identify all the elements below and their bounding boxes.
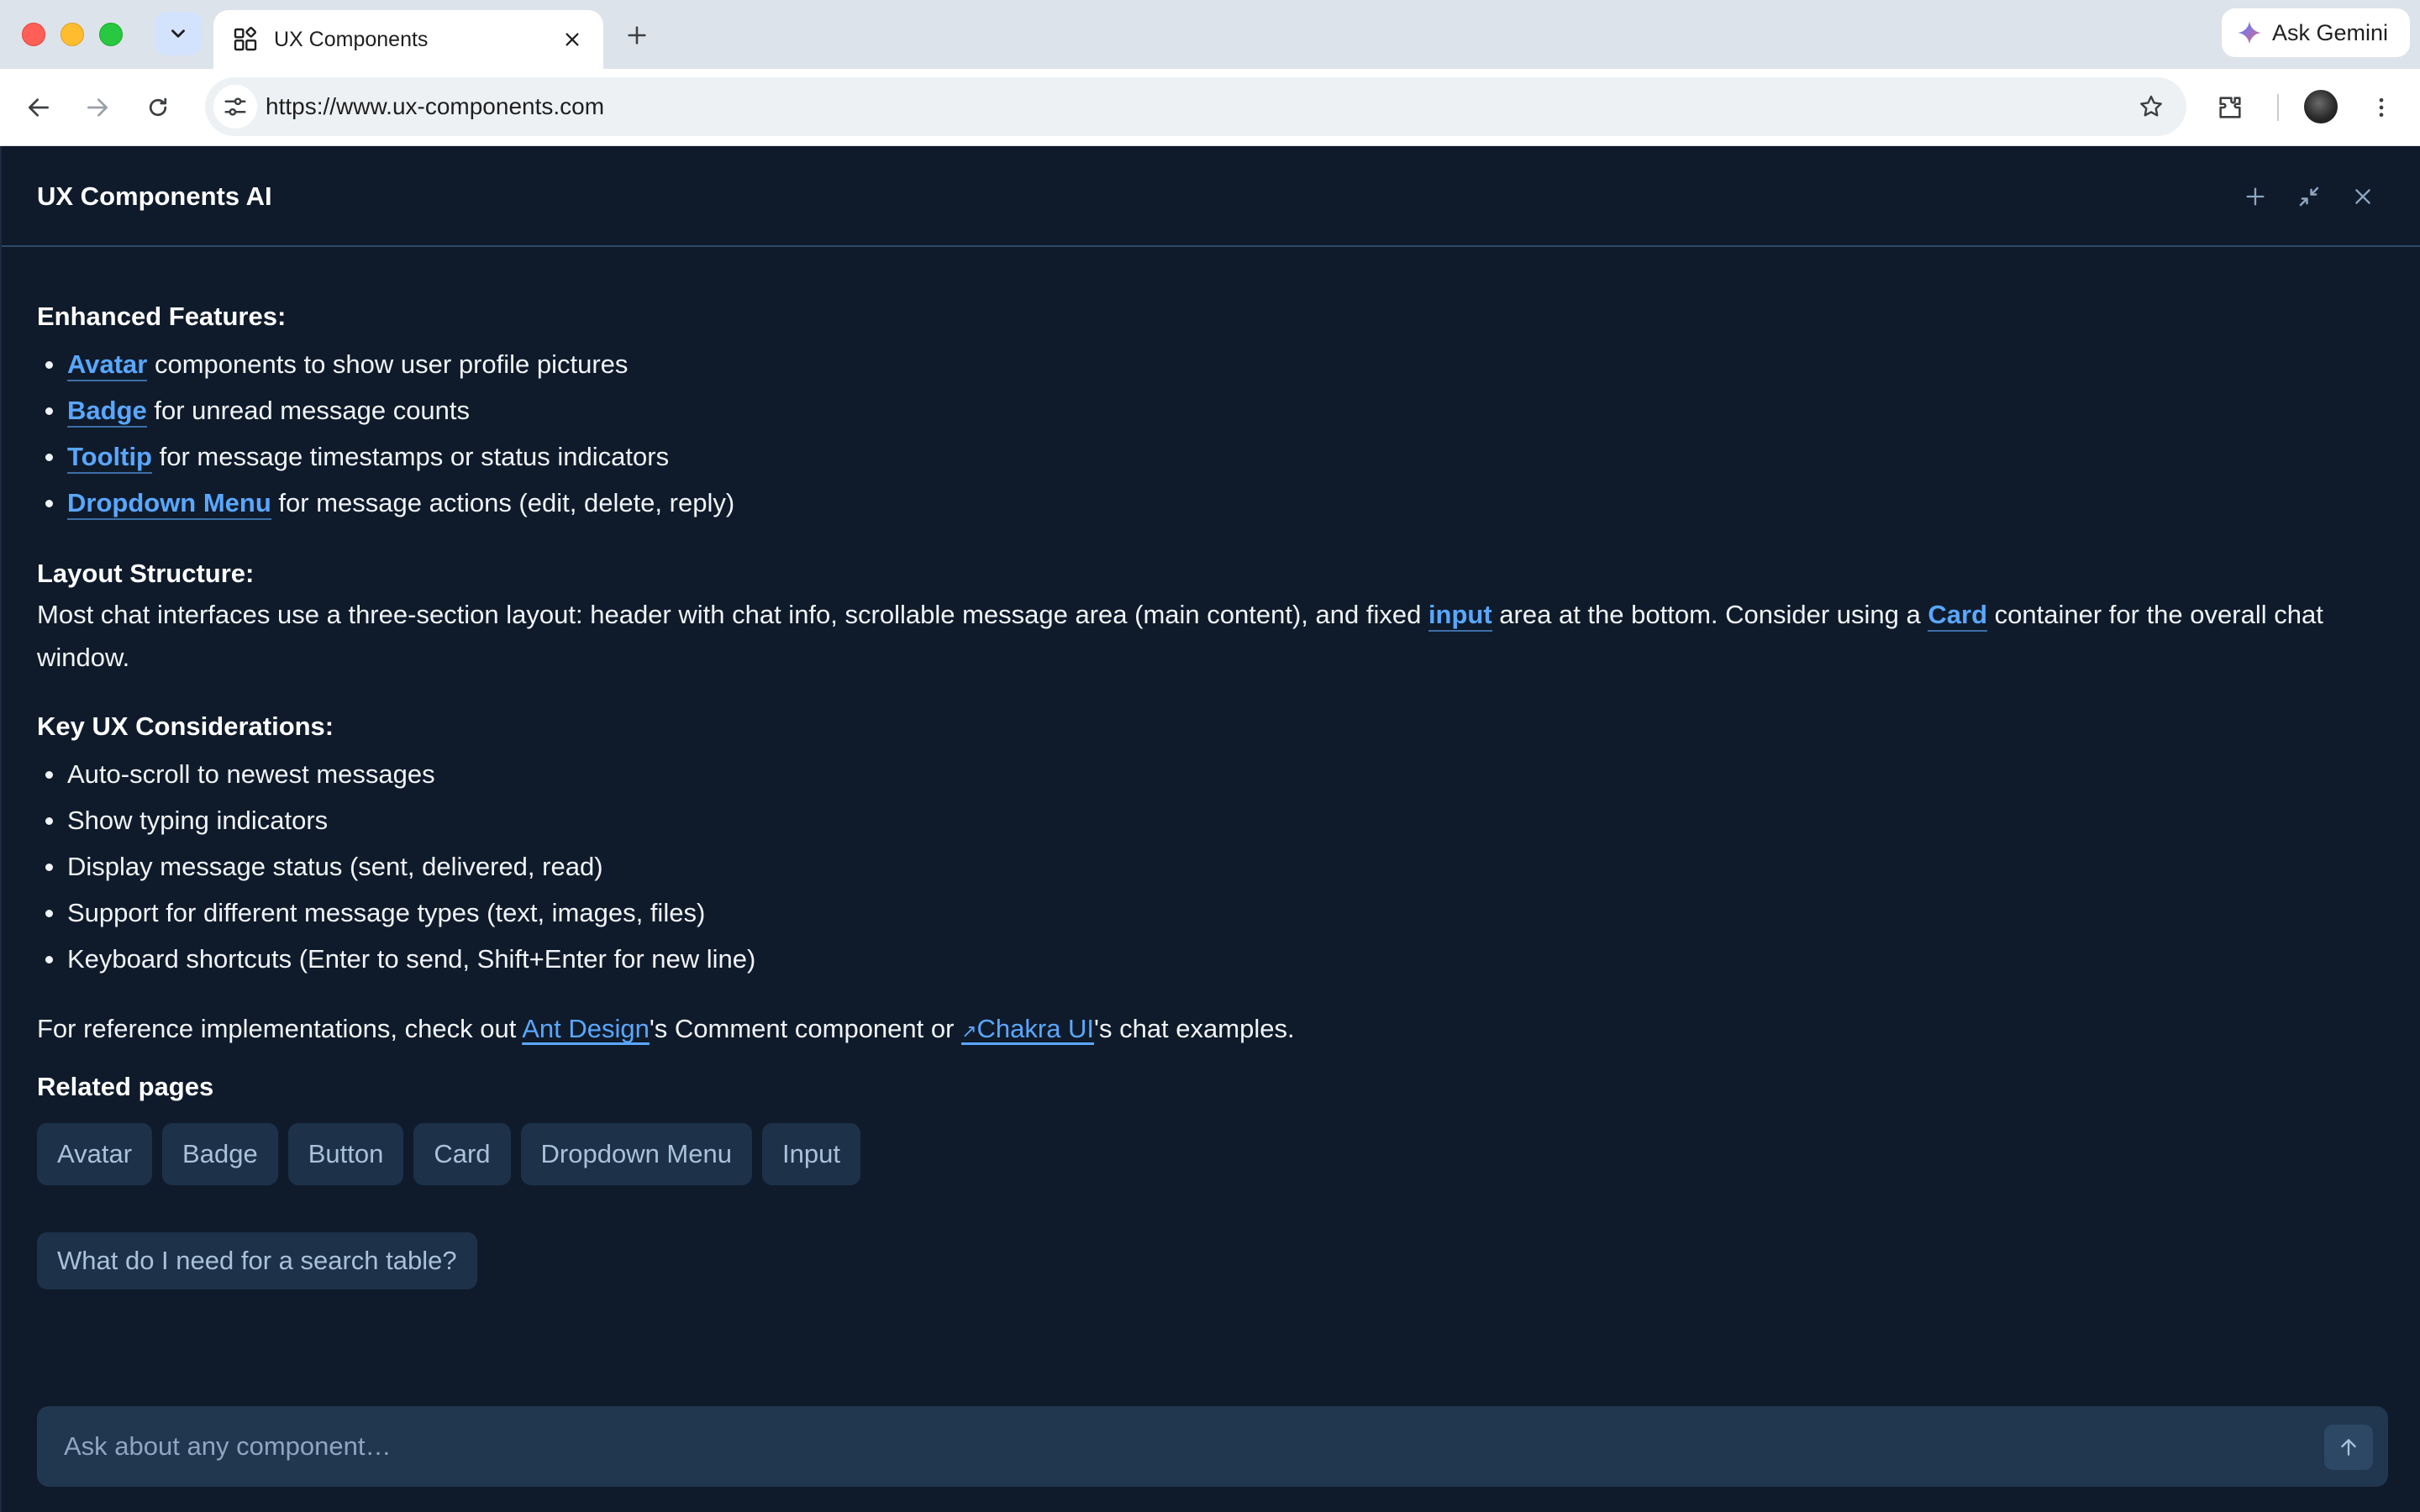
badge-link[interactable]: Badge <box>67 396 147 428</box>
avatar-link[interactable]: Avatar <box>67 349 148 381</box>
list-item-text: for unread message counts <box>146 396 471 425</box>
related-chip-card[interactable]: Card <box>413 1123 511 1185</box>
list-item: Badge for unread message counts <box>37 387 2373 433</box>
dropdown-menu-link[interactable]: Dropdown Menu <box>67 488 271 520</box>
tab-components-icon <box>234 27 257 51</box>
minimize-panel-button[interactable] <box>2292 180 2326 213</box>
back-icon <box>29 98 49 117</box>
send-button[interactable] <box>2324 1425 2373 1470</box>
ai-panel: UX Components AI Enhanced Features: Avat… <box>0 146 2420 1512</box>
tooltip-link[interactable]: Tooltip <box>67 442 152 474</box>
new-chat-icon <box>2246 187 2265 206</box>
ant-design-link[interactable]: Ant Design <box>522 1014 650 1043</box>
layout-structure-title: Layout Structure: <box>37 559 255 588</box>
reference-text: For reference implementations, check out… <box>37 1007 2373 1053</box>
ask-input[interactable]: Ask about any component… <box>37 1406 2388 1487</box>
reload-button[interactable] <box>138 87 178 128</box>
close-panel-button[interactable] <box>2346 180 2380 213</box>
suggested-question-button[interactable]: What do I need for a search table? <box>37 1232 477 1289</box>
chakra-ui-link[interactable]: ↗Chakra UI <box>961 1014 1094 1043</box>
chakra-ui-link-label: Chakra UI <box>976 1014 1095 1043</box>
window-zoom-button[interactable] <box>99 23 123 46</box>
close-icon <box>2355 189 2370 204</box>
layout-structure-text: Most chat interfaces use a three-section… <box>37 593 2373 679</box>
toolbar-divider <box>2277 94 2279 121</box>
ask-gemini-label: Ask Gemini <box>2272 19 2389 45</box>
minimize-icon <box>2299 186 2319 207</box>
browser-menu-button[interactable] <box>2361 87 2402 128</box>
enhanced-features-title: Enhanced Features: <box>37 302 287 331</box>
list-item: Display message status (sent, delivered,… <box>37 843 2373 890</box>
reload-icon <box>149 97 167 117</box>
related-pages-title: Related pages <box>37 1072 214 1101</box>
related-chip-button[interactable]: Button <box>287 1123 404 1185</box>
related-chip-input[interactable]: Input <box>761 1123 860 1185</box>
list-item-text: for message timestamps or status indicat… <box>152 442 670 471</box>
reference-text-3: 's chat examples. <box>1094 1014 1295 1043</box>
window-minimize-button[interactable] <box>60 23 84 46</box>
ux-considerations-list: Auto-scroll to newest messages Show typi… <box>37 751 2373 982</box>
url-text[interactable]: https://www.ux-components.com <box>266 77 604 136</box>
list-item: Avatar components to show user profile p… <box>37 341 2373 387</box>
browser-titlebar: UX Components Ask Gemini <box>0 0 2420 69</box>
new-chat-button[interactable] <box>2238 180 2272 213</box>
menu-icon <box>2379 97 2384 118</box>
related-pages-chips: Avatar Badge Button Card Dropdown Menu I… <box>37 1123 2373 1185</box>
list-item: Support for different message types (tex… <box>37 890 2373 936</box>
close-icon <box>566 33 579 46</box>
browser-tab[interactable]: UX Components <box>213 10 603 69</box>
site-info-button[interactable] <box>213 85 257 129</box>
window-close-button[interactable] <box>22 23 45 46</box>
suggestion-row: What do I need for a search table? <box>37 1232 2373 1289</box>
forward-icon <box>87 98 108 117</box>
extensions-icon <box>2219 97 2241 118</box>
tab-close-button[interactable] <box>560 27 585 52</box>
list-item: Dropdown Menu for message actions (edit,… <box>37 480 2373 526</box>
layout-text-1: Most chat interfaces use a three-section… <box>37 600 1428 629</box>
card-link[interactable]: Card <box>1928 600 1988 632</box>
list-item-text: for message actions (edit, delete, reply… <box>271 488 735 517</box>
browser-toolbar: https://www.ux-components.com <box>0 69 2420 146</box>
reference-text-2: 's Comment component or <box>649 1014 962 1043</box>
list-item: Keyboard shortcuts (Enter to send, Shift… <box>37 936 2373 982</box>
list-item: Show typing indicators <box>37 797 2373 843</box>
ask-input-placeholder: Ask about any component… <box>64 1431 392 1461</box>
ask-gemini-button[interactable]: Ask Gemini <box>2222 8 2410 57</box>
input-link[interactable]: input <box>1428 600 1492 632</box>
list-item: Tooltip for message timestamps or status… <box>37 433 2373 480</box>
chat-response: Enhanced Features: Avatar components to … <box>37 292 2373 1289</box>
forward-button[interactable] <box>77 87 118 128</box>
arrow-up-icon <box>2341 1439 2356 1456</box>
related-chip-badge[interactable]: Badge <box>162 1123 278 1185</box>
related-chip-dropdown-menu[interactable]: Dropdown Menu <box>520 1123 752 1185</box>
back-button[interactable] <box>18 87 59 128</box>
extensions-button[interactable] <box>2210 87 2250 128</box>
layout-text-2: area at the bottom. Consider using a <box>1491 600 1928 629</box>
plus-icon <box>628 26 646 45</box>
address-bar[interactable]: https://www.ux-components.com <box>205 77 2186 136</box>
list-item: Auto-scroll to newest messages <box>37 751 2373 797</box>
site-info-icon <box>224 97 246 116</box>
chevron-down-icon <box>171 29 185 38</box>
related-chip-avatar[interactable]: Avatar <box>37 1123 153 1185</box>
gemini-icon <box>2238 21 2261 45</box>
new-tab-button[interactable] <box>620 18 654 52</box>
bookmark-button[interactable] <box>2134 90 2168 123</box>
tab-search-button[interactable] <box>155 12 202 55</box>
star-icon <box>2140 95 2162 117</box>
tab-title: UX Components <box>274 27 429 51</box>
list-item-text: components to show user profile pictures <box>147 349 629 379</box>
panel-header: UX Components AI <box>2 146 2420 247</box>
enhanced-features-list: Avatar components to show user profile p… <box>37 341 2373 526</box>
panel-title: UX Components AI <box>37 181 272 211</box>
ux-considerations-title: Key UX Considerations: <box>37 711 334 741</box>
external-link-icon: ↗ <box>961 1021 977 1042</box>
reference-text-1: For reference implementations, check out <box>37 1014 523 1043</box>
profile-avatar[interactable] <box>2302 88 2339 125</box>
